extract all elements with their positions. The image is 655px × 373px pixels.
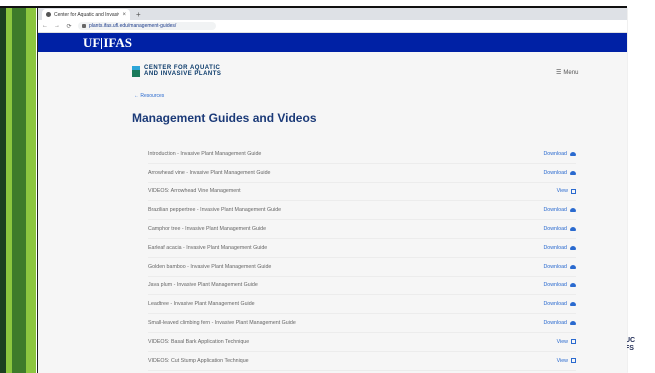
- cap-brand-logo[interactable]: CENTER FOR AQUATIC AND INVASIVE PLANTS: [132, 65, 221, 77]
- tab-close-icon[interactable]: ×: [122, 12, 126, 18]
- guide-title: Java plum - Invasive Plant Management Gu…: [148, 282, 258, 289]
- guide-list: Introduction - Invasive Plant Management…: [148, 145, 576, 371]
- guide-row: Earleaf acacia - Invasive Plant Manageme…: [148, 239, 576, 258]
- uf-ifas-logo[interactable]: UF IFAS: [83, 35, 132, 51]
- hamburger-icon: ☰: [556, 70, 562, 76]
- guide-row: Small-leaved climbing fern - Invasive Pl…: [148, 314, 576, 333]
- uf-header-bar: UF IFAS: [38, 33, 627, 52]
- page-content: CENTER FOR AQUATIC AND INVASIVE PLANTS ☰…: [38, 52, 627, 373]
- menu-label: Menu: [563, 69, 579, 76]
- back-to-resources-link[interactable]: ← Resources: [134, 93, 164, 99]
- guide-row: VIDEOS: Basal Bark Application Technique…: [148, 333, 576, 352]
- forward-arrow-icon[interactable]: →: [54, 23, 60, 29]
- left-decorative-background: [0, 0, 40, 373]
- address-bar: ← → ⟳ plants.ifas.ufl.edu/management-gui…: [38, 20, 627, 33]
- back-arrow-icon[interactable]: ←: [42, 23, 48, 29]
- action-label: Download: [543, 320, 567, 327]
- guide-row: Brazilian peppertree - Invasive Plant Ma…: [148, 201, 576, 221]
- download-link[interactable]: Download: [543, 207, 576, 213]
- guide-row: Leadtree - Invasive Plant Management Gui…: [148, 295, 576, 315]
- download-link[interactable]: Download: [543, 151, 576, 157]
- tab-title: Center for Aquatic and Invasiv: [54, 11, 120, 18]
- view-link[interactable]: View: [557, 188, 576, 194]
- download-link[interactable]: Download: [543, 245, 576, 251]
- new-tab-button[interactable]: +: [136, 10, 141, 20]
- action-label: Download: [543, 150, 567, 157]
- action-label: View: [556, 357, 568, 364]
- browser-tab[interactable]: Center for Aquatic and Invasiv ×: [42, 9, 130, 20]
- cloud-download-icon: [570, 208, 576, 213]
- logo-ifas-text: IFAS: [103, 34, 132, 50]
- cloud-download-icon: [570, 283, 576, 288]
- cloud-download-icon: [570, 151, 576, 156]
- url-input[interactable]: plants.ifas.ufl.edu/management-guides/: [78, 22, 216, 30]
- view-link[interactable]: View: [557, 358, 576, 364]
- download-link[interactable]: Download: [543, 320, 576, 326]
- action-label: Download: [543, 244, 567, 251]
- action-label: Download: [543, 207, 567, 214]
- guide-title: VIDEOS: Basal Bark Application Technique: [148, 338, 250, 345]
- download-link[interactable]: Download: [543, 282, 576, 288]
- guide-title: Leadtree - Invasive Plant Management Gui…: [148, 301, 255, 308]
- logo-uf-text: UF: [83, 34, 101, 50]
- guide-title: Brazilian peppertree - Invasive Plant Ma…: [148, 207, 282, 214]
- guide-title: VIDEOS: Cut Stump Application Technique: [148, 357, 249, 364]
- browser-window: Center for Aquatic and Invasiv × + ← → ⟳…: [38, 8, 627, 373]
- guide-row: Arrowhead vine - Invasive Plant Manageme…: [148, 164, 576, 183]
- brand-line-2: AND INVASIVE PLANTS: [144, 71, 222, 77]
- lock-icon: [82, 24, 86, 28]
- guide-title: Earleaf acacia - Invasive Plant Manageme…: [148, 244, 268, 251]
- url-text: plants.ifas.ufl.edu/management-guides/: [89, 23, 177, 29]
- action-label: View: [556, 338, 568, 345]
- guide-row: Camphor tree - Invasive Plant Management…: [148, 220, 576, 239]
- download-link[interactable]: Download: [543, 226, 576, 232]
- action-label: Download: [543, 169, 567, 176]
- favicon-icon: [46, 12, 51, 17]
- action-label: Download: [543, 226, 567, 233]
- guide-title: Golden bamboo - Invasive Plant Managemen…: [148, 263, 272, 270]
- cloud-download-icon: [570, 264, 576, 269]
- action-label: View: [556, 188, 568, 195]
- guide-row: Golden bamboo - Invasive Plant Managemen…: [148, 258, 576, 277]
- cloud-download-icon: [570, 321, 576, 326]
- guide-title: VIDEOS: Arrowhead Vine Management: [148, 188, 241, 195]
- guide-title: Arrowhead vine - Invasive Plant Manageme…: [148, 169, 271, 176]
- download-link[interactable]: Download: [543, 301, 576, 307]
- external-link-icon: [571, 339, 576, 345]
- brand-text: CENTER FOR AQUATIC AND INVASIVE PLANTS: [144, 65, 221, 77]
- action-label: Download: [543, 263, 567, 270]
- action-label: Download: [543, 301, 567, 308]
- right-decorative-background: [627, 0, 655, 373]
- top-frame-border: [0, 0, 655, 8]
- page-title: Management Guides and Videos: [132, 111, 317, 125]
- external-link-icon: [571, 188, 576, 194]
- download-link[interactable]: Download: [543, 264, 576, 270]
- guide-title: Small-leaved climbing fern - Invasive Pl…: [148, 320, 296, 327]
- guide-row: VIDEOS: Cut Stump Application Technique V…: [148, 352, 576, 371]
- cloud-download-icon: [570, 170, 576, 175]
- guide-title: Introduction - Invasive Plant Management…: [148, 150, 262, 157]
- view-link[interactable]: View: [557, 339, 576, 345]
- cloud-download-icon: [570, 302, 576, 307]
- brand-mark-icon: [132, 65, 140, 77]
- left-dark-green-band: [12, 0, 26, 373]
- tab-bar: Center for Aquatic and Invasiv × +: [38, 8, 627, 20]
- guide-title: Camphor tree - Invasive Plant Management…: [148, 226, 267, 233]
- download-link[interactable]: Download: [543, 170, 576, 176]
- action-label: Download: [543, 282, 567, 289]
- external-link-icon: [571, 358, 576, 364]
- cloud-download-icon: [570, 245, 576, 250]
- guide-row: VIDEOS: Arrowhead Vine Management View: [148, 183, 576, 202]
- guide-row: Introduction - Invasive Plant Management…: [148, 145, 576, 164]
- reload-icon[interactable]: ⟳: [66, 23, 72, 30]
- cloud-download-icon: [570, 227, 576, 232]
- menu-button[interactable]: ☰ Menu: [556, 69, 579, 77]
- guide-row: Java plum - Invasive Plant Management Gu…: [148, 277, 576, 296]
